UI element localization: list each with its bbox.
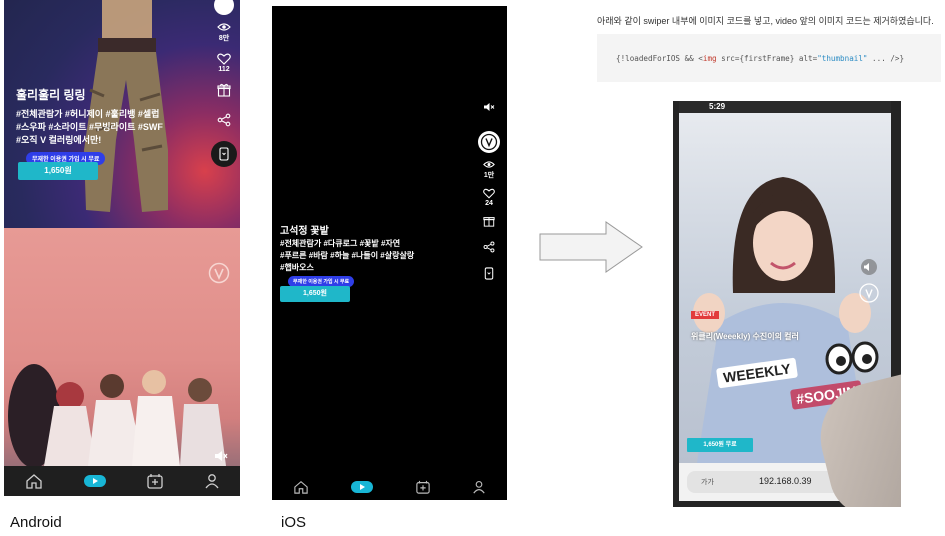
side-action-rail: 8만 112 (210, 0, 238, 167)
code-token: src={firstFrame} alt= (716, 54, 818, 63)
mute-icon[interactable] (483, 102, 495, 112)
likes-count: 24 (485, 200, 493, 207)
mute-icon[interactable] (214, 450, 228, 462)
like-item[interactable]: 112 (217, 53, 231, 73)
event-badge: EVENT (691, 311, 720, 319)
url-text[interactable]: 192.168.0.39 (759, 476, 812, 486)
v-coloring-icon[interactable] (477, 130, 501, 154)
add-content-icon[interactable] (415, 480, 430, 494)
hashtag-line[interactable]: #오직 V 컬러링에서만! (16, 134, 186, 147)
share-icon[interactable] (483, 241, 495, 253)
hashtag-line[interactable]: #전체관람가 #다큐로그 #꽃밭 #자연 (280, 238, 440, 250)
hashtag-line[interactable]: #푸르른 #바람 #하늘 #나들이 #살랑살랑 (280, 250, 440, 262)
bottom-navigation (4, 466, 240, 496)
price-button[interactable]: 1,650원 (18, 162, 98, 180)
video-title: 위클리(Weeekly) 수진이의 컬러 (691, 332, 799, 341)
status-bar: 5:29 (679, 101, 891, 113)
play-icon (92, 478, 98, 484)
views-item: 1만 (483, 160, 495, 180)
code-line: {!loadedForIOS && <img src={firstFrame} … (616, 54, 904, 63)
v-coloring-icon[interactable] (213, 0, 235, 16)
gift-icon[interactable] (483, 215, 495, 227)
views-count: 1만 (483, 172, 495, 179)
share-icon[interactable] (217, 113, 231, 127)
ios-phone: 고석정 꽃밭 #전체관람가 #다큐로그 #꽃밭 #자연 #푸르른 #바람 #하늘… (272, 6, 507, 500)
video-tab-button[interactable] (351, 481, 374, 493)
home-icon[interactable] (293, 480, 309, 494)
bottom-navigation (272, 474, 507, 500)
v-coloring-icon[interactable] (208, 262, 230, 284)
code-token: "thumbnail" (817, 54, 868, 63)
v-coloring-icon[interactable] (859, 283, 879, 303)
android-caption: Android (10, 514, 62, 531)
code-token: {!loadedForIOS && < (616, 54, 703, 63)
status-time: 5:29 (709, 102, 726, 111)
heart-icon[interactable] (483, 188, 495, 199)
price-button[interactable]: 1,650원 무료 (687, 438, 753, 452)
hashtag-list: #전체관람가 #허니제이 #훌리뱅 #셀럽 #스우파 #소라이트 #무빙라이트 … (16, 108, 186, 147)
android-phone: 훌리훌리 링링 #전체관람가 #허니제이 #훌리뱅 #셀럽 #스우파 #소라이트… (4, 0, 240, 496)
like-item[interactable]: 24 (483, 188, 495, 207)
set-ringtone-button[interactable] (211, 141, 237, 167)
views-count: 8만 (218, 35, 230, 42)
phone-photo: 5:29 EVENT 위클리(Weeekly) 수진이의 컬러 WEEEKLY … (673, 101, 901, 507)
bottom-video[interactable] (4, 228, 240, 466)
eye-icon (217, 23, 231, 31)
eye-icon (483, 161, 495, 168)
hashtag-line[interactable]: #전체관람가 #허니제이 #훌리뱅 #셀럽 (16, 108, 186, 121)
price-button[interactable]: 1,650원 (280, 286, 350, 302)
video-tab-button[interactable] (83, 475, 106, 487)
gift-icon[interactable] (217, 83, 231, 97)
phone-ringtone-icon (219, 147, 229, 161)
group-illustration (8, 364, 226, 466)
code-block: {!loadedForIOS && <img src={firstFrame} … (597, 34, 941, 82)
heart-icon[interactable] (217, 53, 231, 65)
video-title: 훌리훌리 링링 (16, 88, 86, 102)
code-token: img (702, 54, 717, 63)
mute-icon[interactable] (861, 259, 877, 275)
video-title: 고석정 꽃밭 (280, 226, 329, 237)
add-content-icon[interactable] (146, 473, 163, 489)
home-icon[interactable] (25, 473, 43, 489)
likes-count: 112 (218, 66, 230, 73)
code-token: ... />} (867, 54, 905, 63)
views-item: 8만 (217, 22, 231, 43)
side-action-rail: 1만 24 (475, 102, 503, 280)
right-arrow-icon (539, 221, 643, 273)
profile-icon[interactable] (472, 480, 486, 494)
explanation-text: 아래와 같이 swiper 내부에 이미지 코드를 넣고, video 앞의 이… (597, 16, 934, 26)
hashtag-line[interactable]: #햅바오스 (280, 262, 440, 274)
phone-ringtone-icon[interactable] (484, 267, 494, 280)
play-icon (360, 484, 366, 490)
hashtag-list: #전체관람가 #다큐로그 #꽃밭 #자연 #푸르른 #바람 #하늘 #나들이 #… (280, 238, 440, 274)
text-size-button[interactable]: 가가 (701, 477, 714, 487)
ios-caption: iOS (281, 514, 307, 531)
profile-icon[interactable] (204, 473, 220, 489)
hashtag-line[interactable]: #스우파 #소라이트 #무빙라이트 #SWF (16, 121, 186, 134)
